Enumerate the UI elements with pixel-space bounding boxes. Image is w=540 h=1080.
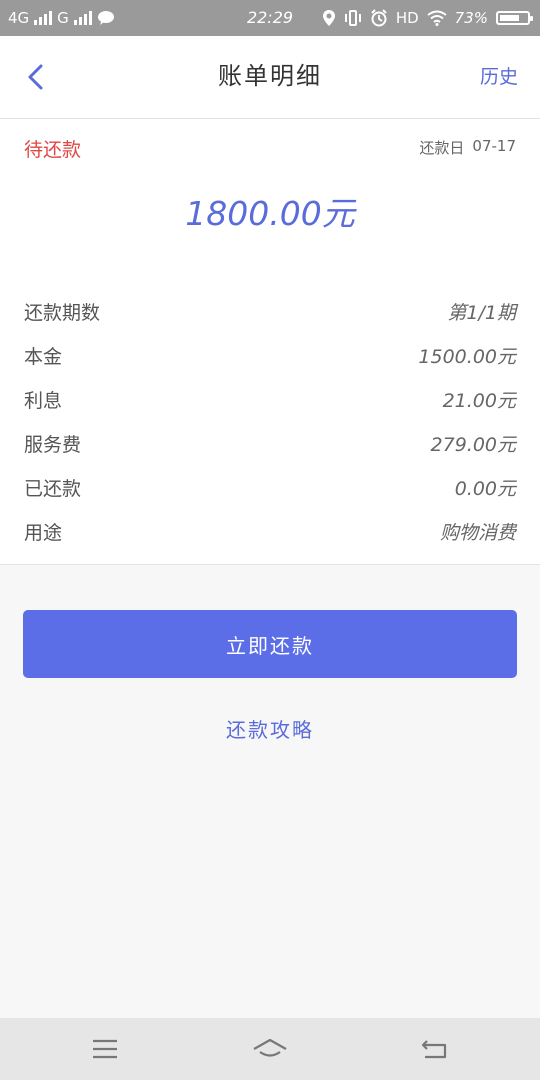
detail-label: 本金 <box>24 345 63 368</box>
battery-icon <box>496 11 533 25</box>
page-title: 账单明细 <box>218 62 322 90</box>
alarm-icon <box>371 9 387 27</box>
vibrate-icon <box>344 10 361 26</box>
menu-button[interactable] <box>75 1018 135 1080</box>
system-nav-bar <box>0 1018 540 1080</box>
pay-now-button[interactable]: 立即还款 <box>23 610 517 678</box>
wifi-icon <box>427 10 447 26</box>
repayment-guide-link[interactable]: 还款攻略 <box>0 714 540 743</box>
detail-label: 服务费 <box>24 433 82 456</box>
status-bar: 4G G 22:29 HD 73% <box>0 0 540 36</box>
bill-details: 还款期数 第1/1期 本金 1500.00元 利息 21.00元 服务费 279… <box>24 289 516 553</box>
bill-amount: 1800.00元 <box>185 194 355 233</box>
battery-fill <box>500 15 519 21</box>
detail-value: 0.00元 <box>454 477 516 500</box>
detail-value: 购物消费 <box>439 521 516 544</box>
detail-row-periods: 还款期数 第1/1期 <box>24 289 516 333</box>
detail-row-repaid: 已还款 0.00元 <box>24 465 516 509</box>
detail-label: 已还款 <box>24 477 82 500</box>
home-icon <box>253 1038 287 1057</box>
status-badge: 待还款 <box>24 139 82 161</box>
home-button[interactable] <box>240 1018 300 1080</box>
detail-row-service-fee: 服务费 279.00元 <box>24 421 516 465</box>
detail-label: 利息 <box>24 389 63 412</box>
return-icon <box>421 1040 447 1059</box>
return-button[interactable] <box>404 1018 464 1080</box>
due-date-label: 还款日 <box>419 139 465 157</box>
history-link[interactable]: 历史 <box>480 62 518 89</box>
detail-row-purpose: 用途 购物消费 <box>24 509 516 553</box>
detail-value: 279.00元 <box>430 433 516 456</box>
nav-bar: 账单明细 历史 <box>0 36 540 119</box>
detail-row-interest: 利息 21.00元 <box>24 377 516 421</box>
detail-value: 21.00元 <box>442 389 516 412</box>
detail-row-principal: 本金 1500.00元 <box>24 333 516 377</box>
detail-value: 1500.00元 <box>418 345 516 368</box>
hd-label: HD <box>395 9 419 27</box>
location-icon <box>322 10 335 26</box>
battery-percent: 73% <box>454 9 488 27</box>
due-date-value: 07-17 <box>472 137 516 155</box>
status-right: HD 73% <box>322 0 533 36</box>
menu-icon <box>93 1039 117 1059</box>
detail-label: 还款期数 <box>24 301 101 324</box>
detail-value: 第1/1期 <box>447 301 516 324</box>
detail-label: 用途 <box>24 521 63 544</box>
bill-card: 待还款 还款日 07-17 1800.00元 还款期数 第1/1期 本金 150… <box>0 119 540 565</box>
due-date: 还款日 07-17 <box>419 137 516 158</box>
